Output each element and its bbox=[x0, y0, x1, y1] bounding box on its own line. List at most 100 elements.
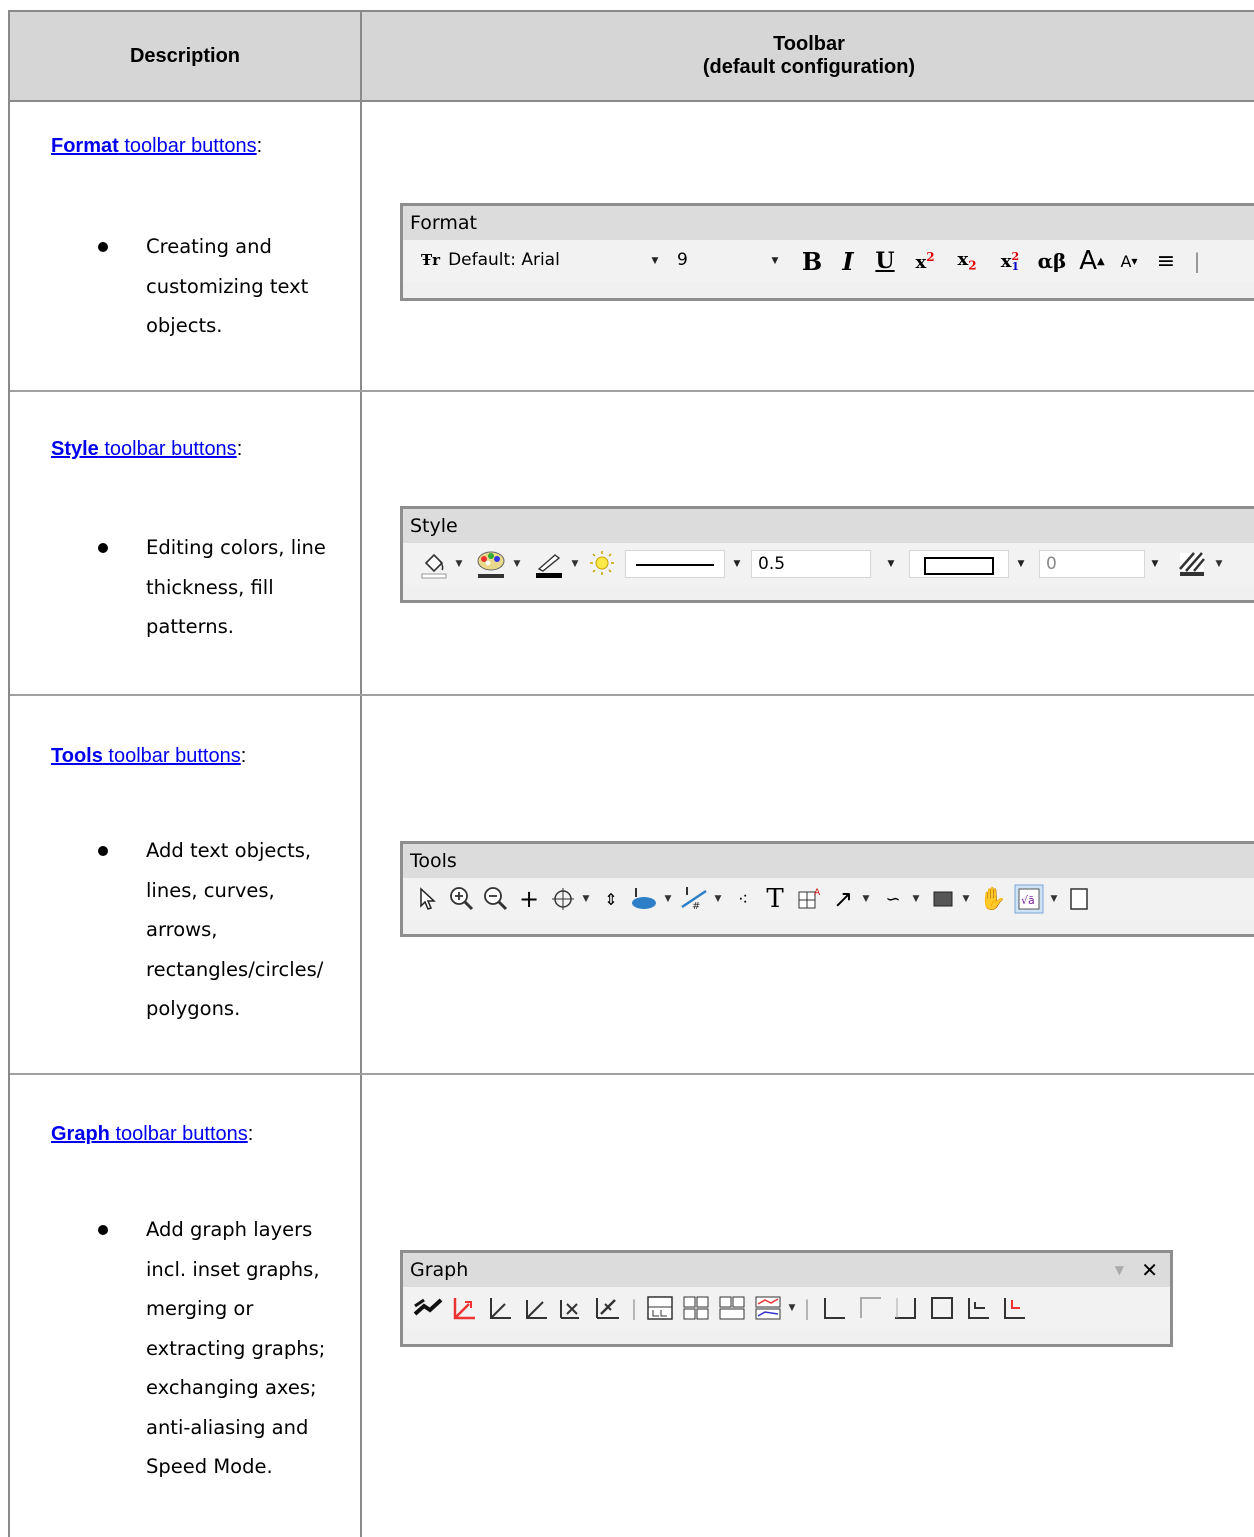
graph-toolbar-link[interactable]: Graph toolbar buttons bbox=[51, 1123, 248, 1145]
underline-button[interactable]: U bbox=[869, 240, 901, 282]
pattern-width-dropdown[interactable]: ▼ bbox=[1145, 550, 1165, 578]
equation-tool-dropdown[interactable]: ▼ bbox=[1047, 878, 1061, 920]
toolbar-separator: | bbox=[1193, 249, 1201, 273]
arrow-tool-icon[interactable]: ↗ bbox=[827, 878, 859, 920]
add-bottom-x-axis-icon[interactable] bbox=[817, 1287, 851, 1329]
format-toolbar: Format Ŧr Default: Arial ▼ 9 ▼ B I U x2 x… bbox=[400, 203, 1254, 301]
graph-toolbar-title: Graph bbox=[403, 1253, 1170, 1287]
light-bulb-icon[interactable] bbox=[585, 543, 619, 585]
line-color-dropdown[interactable]: ▼ bbox=[567, 543, 583, 585]
font-size-combo[interactable]: 9 bbox=[671, 247, 766, 275]
text-tool-icon[interactable]: T bbox=[759, 878, 791, 920]
data-selector-dropdown[interactable]: ▼ bbox=[661, 878, 675, 920]
color-palette-icon[interactable] bbox=[473, 543, 509, 585]
style-toolbar-link[interactable]: Style toolbar buttons bbox=[51, 438, 237, 460]
add-table-icon[interactable]: A bbox=[793, 878, 825, 920]
mask-tool-icon[interactable]: # bbox=[677, 878, 711, 920]
italic-button[interactable]: I bbox=[833, 240, 863, 282]
data-selector-icon[interactable] bbox=[627, 878, 661, 920]
table-header: Description Toolbar (default configurati… bbox=[10, 12, 1254, 102]
format-toolbar-link[interactable]: Format toolbar buttons bbox=[51, 135, 257, 157]
mask-tool-dropdown[interactable]: ▼ bbox=[711, 878, 725, 920]
add-inset-axis-icon[interactable] bbox=[519, 1287, 553, 1329]
arrow-tool-dropdown[interactable]: ▼ bbox=[859, 878, 873, 920]
more-tools-icon[interactable] bbox=[1065, 878, 1093, 920]
merge-graph-icon[interactable] bbox=[643, 1287, 677, 1329]
super-subscript-button[interactable]: x21 bbox=[991, 240, 1029, 282]
fill-color-dropdown[interactable]: ▼ bbox=[451, 543, 467, 585]
font-combo[interactable]: Ŧr Default: Arial bbox=[415, 247, 637, 275]
tools-toolbar-row: + ▼ ⇕ ▼ # ▼ ⁖ T A ↗ ▼ ∽ ▼ ▼ ✋ √ā ▼ bbox=[403, 878, 1254, 920]
increase-font-button[interactable]: A ▲ bbox=[1075, 240, 1109, 282]
insert-graph-dropdown[interactable]: ▼ bbox=[785, 1287, 799, 1329]
insert-graph-icon[interactable] bbox=[751, 1287, 785, 1329]
close-icon[interactable]: ✕ bbox=[1141, 1253, 1158, 1287]
add-top-x-axis-icon[interactable] bbox=[853, 1287, 887, 1329]
graph-description-cell: Graph toolbar buttons: Add graph layers … bbox=[10, 1075, 360, 1537]
line-style-dropdown[interactable]: ▼ bbox=[727, 550, 747, 578]
toolbar-reference-table: Description Toolbar (default configurati… bbox=[8, 10, 1254, 1537]
add-offset-axes-icon[interactable] bbox=[961, 1287, 995, 1329]
style-toolbar: Style ▼ ▼ ▼ ▼ 0.5 ▼ ▼ 0 ▼ ▼ bbox=[400, 506, 1254, 603]
rectangle-tool-dropdown[interactable]: ▼ bbox=[959, 878, 973, 920]
palette-dropdown[interactable]: ▼ bbox=[509, 543, 525, 585]
style-toolbar-row: ▼ ▼ ▼ ▼ 0.5 ▼ ▼ 0 ▼ ▼ bbox=[403, 543, 1254, 585]
fill-color-icon[interactable] bbox=[417, 543, 451, 585]
data-reader-dropdown[interactable]: ▼ bbox=[579, 878, 593, 920]
line-color-icon[interactable] bbox=[531, 543, 567, 585]
exchange-axes-icon[interactable] bbox=[555, 1287, 589, 1329]
rectangle-tool-icon[interactable] bbox=[927, 878, 959, 920]
pattern-width-combo[interactable]: 0 bbox=[1039, 550, 1145, 578]
data-reader-icon[interactable] bbox=[547, 878, 579, 920]
zoom-out-icon[interactable] bbox=[479, 878, 511, 920]
style-toolbar-title: Style bbox=[403, 509, 1254, 543]
tools-toolbar-link[interactable]: Tools toolbar buttons bbox=[51, 745, 241, 767]
border-style-dropdown[interactable]: ▼ bbox=[1011, 550, 1031, 578]
font-type-icon: Ŧr bbox=[421, 251, 441, 269]
graph-title: Graph toolbar buttons: bbox=[51, 1123, 254, 1145]
style-bullet-text: Editing colors, line thickness, fill pat… bbox=[146, 536, 326, 638]
left-align-button[interactable]: ≡ bbox=[1151, 240, 1181, 282]
decrease-font-button[interactable]: A ▼ bbox=[1113, 240, 1145, 282]
extract-graph-icon[interactable] bbox=[679, 1287, 713, 1329]
format-description-cell: Format toolbar buttons: Creating and cus… bbox=[10, 102, 360, 390]
column-divider bbox=[360, 12, 362, 1537]
curve-tool-dropdown[interactable]: ▼ bbox=[909, 878, 923, 920]
format-title: Format toolbar buttons: bbox=[51, 135, 263, 157]
add-box-axes-icon[interactable] bbox=[925, 1287, 959, 1329]
header-toolbar-line1: Toolbar bbox=[773, 33, 845, 55]
line-width-combo[interactable]: 0.5 bbox=[751, 550, 871, 578]
curve-tool-icon[interactable]: ∽ bbox=[877, 878, 909, 920]
speed-mode-icon[interactable] bbox=[411, 1287, 445, 1329]
border-style-combo[interactable] bbox=[909, 550, 1009, 578]
chevron-down-icon[interactable]: ▼ bbox=[1115, 1253, 1124, 1287]
cross-hair-icon[interactable]: + bbox=[513, 878, 545, 920]
bold-button[interactable]: B bbox=[795, 240, 829, 282]
layer-management-icon[interactable] bbox=[715, 1287, 749, 1329]
equation-tool-icon[interactable]: √ā bbox=[1013, 878, 1045, 920]
font-dropdown-arrow[interactable]: ▼ bbox=[645, 247, 665, 275]
draw-data-icon[interactable]: ⁖ bbox=[729, 878, 757, 920]
line-width-dropdown[interactable]: ▼ bbox=[881, 550, 901, 578]
fill-pattern-dropdown[interactable]: ▼ bbox=[1211, 543, 1227, 585]
greek-button[interactable]: αβ bbox=[1033, 240, 1071, 282]
screen-reader-icon[interactable]: ⇕ bbox=[597, 878, 625, 920]
add-axis-icon[interactable] bbox=[483, 1287, 517, 1329]
add-red-axes-icon[interactable] bbox=[997, 1287, 1031, 1329]
add-right-y-axis-icon[interactable] bbox=[889, 1287, 923, 1329]
anti-aliasing-icon[interactable] bbox=[591, 1287, 625, 1329]
bullet-dot bbox=[98, 846, 108, 856]
pointer-icon[interactable] bbox=[413, 878, 443, 920]
subscript-button[interactable]: x2 bbox=[949, 240, 985, 282]
fill-pattern-icon[interactable] bbox=[1175, 543, 1209, 585]
bullet-dot bbox=[98, 242, 108, 252]
line-style-combo[interactable] bbox=[625, 550, 725, 578]
format-toolbar-row: Ŧr Default: Arial ▼ 9 ▼ B I U x2 x2 x21 α… bbox=[403, 240, 1254, 282]
toolbar-separator: | bbox=[630, 1296, 638, 1320]
font-size-dropdown-arrow[interactable]: ▼ bbox=[765, 247, 785, 275]
add-axis-red-icon[interactable] bbox=[447, 1287, 481, 1329]
hand-icon[interactable]: ✋ bbox=[977, 878, 1009, 920]
superscript-button[interactable]: x2 bbox=[907, 240, 943, 282]
zoom-in-icon[interactable] bbox=[445, 878, 477, 920]
tools-toolbar-title: Tools bbox=[403, 844, 1254, 878]
